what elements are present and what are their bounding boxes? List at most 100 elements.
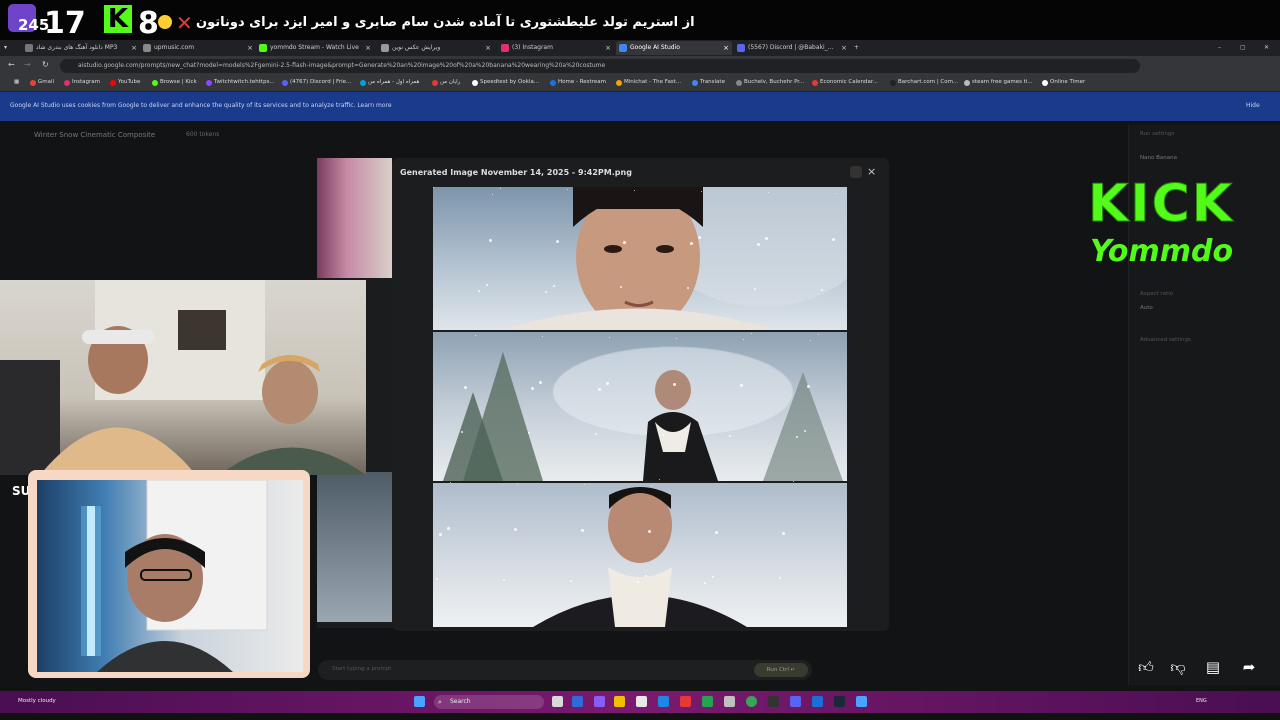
portrait-closeup-illustration [503, 187, 847, 330]
language-indicator[interactable]: ENG [1196, 698, 1207, 704]
edge-icon[interactable] [658, 696, 669, 707]
bookmark-label: YouTube [118, 79, 141, 85]
snowflake [779, 577, 781, 579]
steam-taskbar-icon[interactable] [834, 696, 845, 707]
minimize-icon[interactable]: – [1218, 41, 1228, 55]
bookmark-bushehr[interactable]: Buchelv, Buchehr Pr... [736, 79, 804, 86]
snowflake [609, 337, 610, 338]
url-input[interactable]: aistudio.google.com/prompts/new_chat?mod… [60, 59, 1140, 73]
share-icon[interactable]: ➦ [1239, 658, 1259, 676]
prompt-title[interactable]: Winter Snow Cinematic Composite [34, 131, 155, 139]
snowflake [531, 387, 534, 390]
webcam-streamer [37, 480, 303, 672]
aspect-ratio-select[interactable]: Auto [1140, 305, 1153, 311]
streamer-name: Yommdo [1090, 234, 1234, 269]
task-view-icon[interactable] [552, 696, 563, 707]
start-icon[interactable] [414, 696, 425, 707]
bookmark-speedtest[interactable]: Speedtest by Ookla... [472, 79, 539, 86]
snowflake [637, 581, 639, 583]
new-tab-button[interactable]: + [854, 41, 866, 55]
bookmark-restream[interactable]: Home - Restream [550, 79, 606, 86]
cookie-hide-button[interactable]: Hide [1246, 102, 1260, 109]
calendar-icon [812, 80, 818, 86]
obs-icon[interactable] [768, 696, 779, 707]
run-button[interactable]: Run Ctrl ↵ [754, 663, 808, 677]
snowflake [581, 529, 584, 532]
tab-mp3[interactable]: دانلود آهنگ های بندری شاد MP3 × [22, 41, 140, 55]
bookmark-minichat[interactable]: Minichat - The Fast... [616, 79, 681, 86]
video-progress-bar[interactable] [0, 713, 1280, 720]
close-icon[interactable]: × [365, 41, 371, 55]
bookmark-economic-calendar[interactable]: Economic Calendar... [812, 79, 878, 86]
taskbar-app-icon[interactable] [812, 696, 823, 707]
tab-label: دانلود آهنگ های بندری شاد MP3 [36, 44, 118, 51]
tab-favicon [143, 44, 151, 52]
bookmark-online-timer[interactable]: Online Timer [1042, 79, 1085, 86]
tab-photo-editor[interactable]: ویرایش عکس نوین × [378, 41, 494, 55]
file-explorer-icon[interactable] [614, 696, 625, 707]
tab-instagram[interactable]: (3) Instagram × [498, 41, 614, 55]
close-icon[interactable]: × [485, 41, 491, 55]
taskbar-search[interactable]: ⌕ Search [434, 695, 544, 709]
bookmark-barchart[interactable]: Barchart.com | Com... [890, 79, 958, 86]
close-icon[interactable]: × [841, 41, 847, 55]
bookmark-discord[interactable]: (4767) Discord | Frie... [282, 79, 351, 86]
comment-icon[interactable]: ▤ [1203, 658, 1223, 676]
bookmark-gmail[interactable]: Gmail [30, 79, 54, 86]
tab-menu-icon[interactable]: ▾ [4, 41, 14, 55]
bookmark-hamrah[interactable]: همراه اول - همراه من [360, 79, 419, 86]
tab-upmusic[interactable]: upmusic.com × [140, 41, 256, 55]
snowflake [818, 334, 819, 335]
taskbar-app-icon[interactable] [594, 696, 605, 707]
close-icon[interactable]: × [131, 41, 137, 55]
discord-taskbar-icon[interactable] [790, 696, 801, 707]
taskbar-app-icon[interactable] [636, 696, 647, 707]
tab-discord[interactable]: (5567) Discord | @Babaki_... × [734, 41, 850, 55]
taskbar-app-icon[interactable] [572, 696, 583, 707]
tab-favicon [381, 44, 389, 52]
snowflake [620, 286, 622, 288]
bushehr-icon [736, 80, 742, 86]
tab-yommdo-stream[interactable]: yommdo Stream - Watch Live × [256, 41, 374, 55]
close-icon[interactable]: × [247, 41, 253, 55]
overlay-number-17: 17 [44, 6, 86, 41]
close-icon[interactable]: × [605, 41, 611, 55]
thumbs-up-icon[interactable]: 👍︎ [1136, 658, 1156, 676]
maximize-icon[interactable]: ▢ [1240, 41, 1250, 55]
bookmark-instagram[interactable]: Instagram [64, 79, 100, 86]
taskbar-app-icon[interactable] [680, 696, 691, 707]
bookmark-translate[interactable]: Translate [692, 79, 725, 86]
bookmark-label: steam free games ti... [972, 79, 1033, 85]
standing-portrait-illustration [533, 487, 747, 627]
taskbar-app-icon[interactable] [702, 696, 713, 707]
weather-widget[interactable]: Mostly cloudy [18, 698, 56, 704]
bookmark-youtube[interactable]: YouTube [110, 79, 141, 86]
apps-icon[interactable]: ▦ [6, 79, 19, 85]
window-close-icon[interactable]: ✕ [1264, 41, 1274, 55]
emoji-icon [158, 15, 172, 29]
bookmark-kick[interactable]: Browse | Kick [152, 79, 197, 86]
taskbar-app-icon[interactable] [856, 696, 867, 707]
snowflake [584, 484, 585, 485]
chrome-icon[interactable] [746, 696, 757, 707]
close-icon[interactable]: × [867, 165, 876, 178]
snowflake [704, 582, 706, 584]
aspect-ratio-label: Aspect ratio [1140, 291, 1174, 297]
download-icon[interactable] [850, 166, 862, 178]
taskbar-app-icon[interactable] [724, 696, 735, 707]
bookmark-rayan[interactable]: رایان من [432, 79, 460, 86]
bookmark-steam[interactable]: steam free games ti... [964, 79, 1033, 86]
bookmark-twitch[interactable]: Twitchtwitch.tehttps... [206, 79, 275, 86]
advanced-settings-toggle[interactable]: Advanced settings [1140, 337, 1191, 343]
reload-icon[interactable]: ↻ [42, 60, 49, 69]
forward-icon[interactable]: → [24, 60, 31, 69]
thumbs-down-icon[interactable]: 👎︎ [1168, 658, 1188, 676]
back-icon[interactable]: ← [8, 60, 15, 69]
close-icon[interactable]: × [723, 41, 729, 55]
model-selector[interactable]: Nano Banana [1140, 155, 1177, 161]
umbrella-scene-illustration [443, 346, 843, 481]
prompt-input[interactable]: Start typing a prompt [318, 660, 812, 680]
snowflake [606, 382, 609, 385]
tab-google-ai-studio[interactable]: Google AI Studio × [616, 41, 732, 55]
hamrah-icon [360, 80, 366, 86]
